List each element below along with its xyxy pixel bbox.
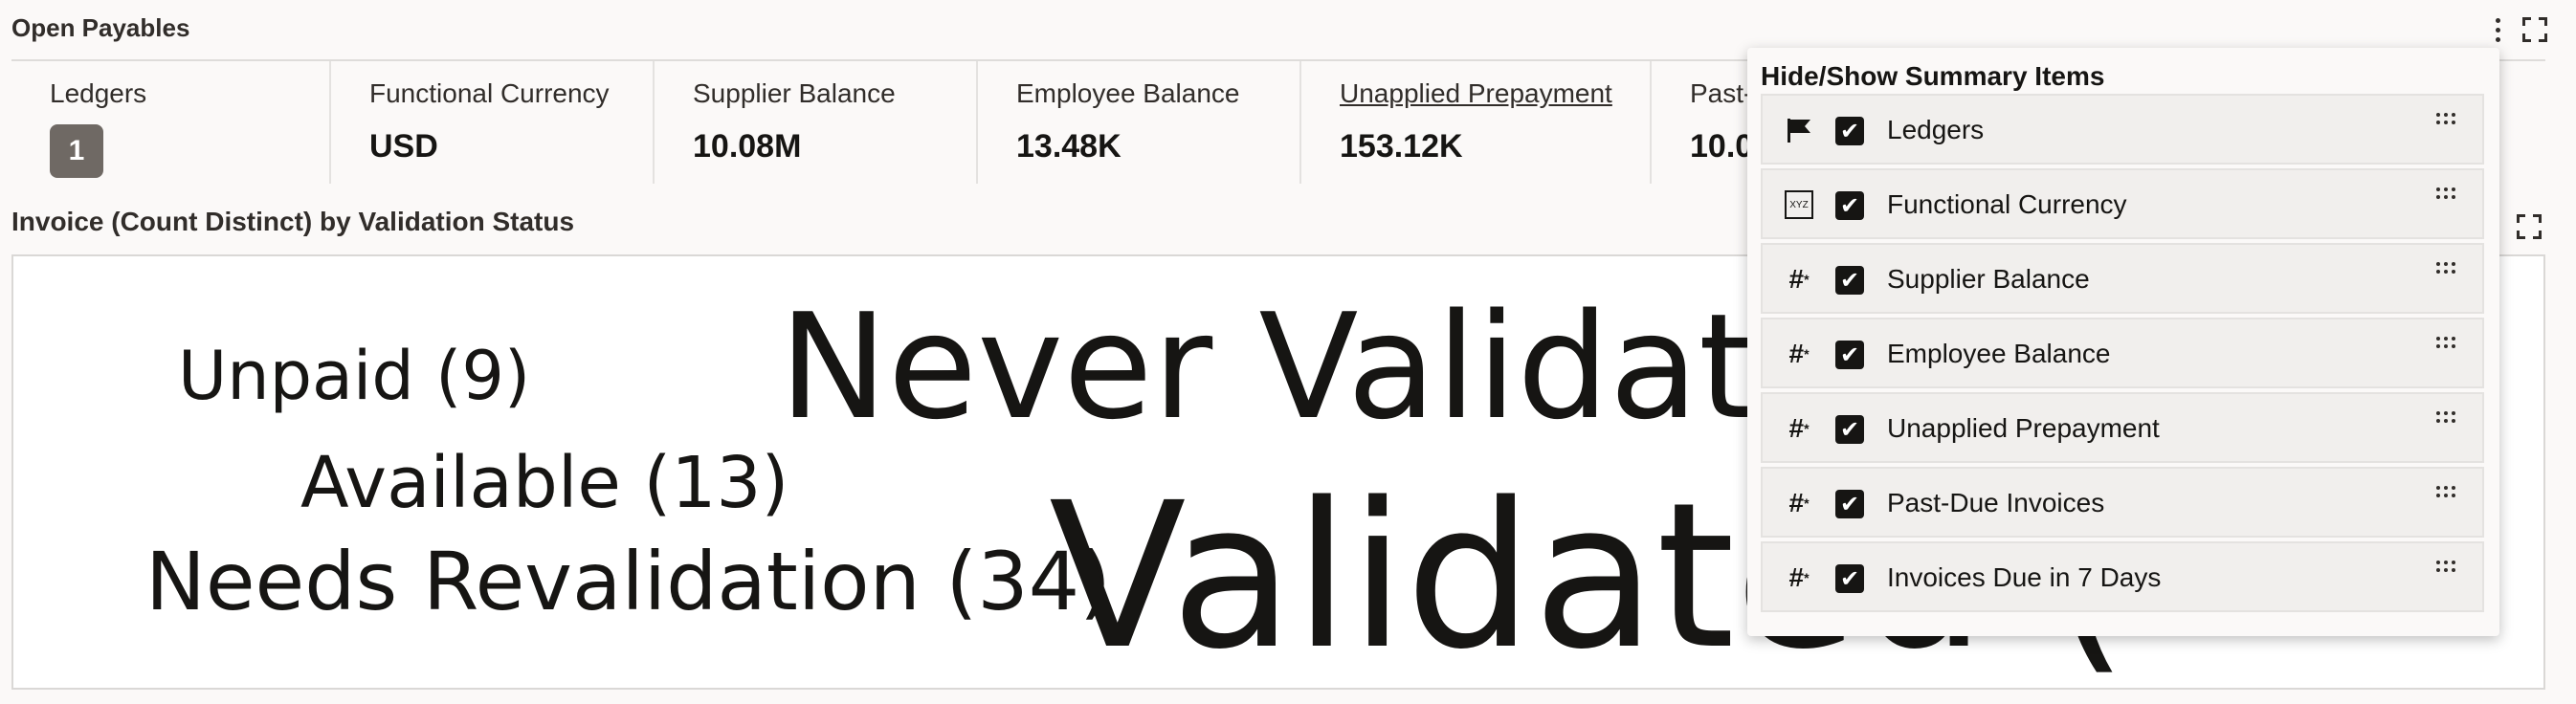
word-needs-revalidation[interactable]: Needs Revalidation (34) — [145, 541, 1111, 622]
drag-handle-icon[interactable] — [2436, 411, 2455, 423]
drag-handle-icon[interactable] — [2436, 113, 2455, 124]
number-icon: # * — [1788, 339, 1810, 368]
checkbox-checked[interactable]: ✔ — [1835, 415, 1864, 444]
ledger-count-badge[interactable]: 1 — [50, 124, 103, 178]
checkbox-checked[interactable]: ✔ — [1835, 341, 1864, 369]
number-icon: # * — [1788, 413, 1810, 443]
summary-tile-functional-currency[interactable]: Functional Currency USD — [331, 61, 655, 184]
tile-label: Functional Currency — [369, 78, 610, 108]
summary-item-past-due-invoices[interactable]: # * ✔ Past-Due Invoices — [1761, 467, 2484, 538]
item-label: Employee Balance — [1887, 339, 2111, 368]
item-label: Functional Currency — [1887, 189, 2127, 219]
summary-tile-ledgers[interactable]: Ledgers 1 — [11, 61, 331, 184]
page-title: Open Payables — [11, 13, 190, 42]
tile-label-link[interactable]: Unapplied Prepayment — [1340, 78, 1612, 109]
tile-value: 153.12K — [1340, 128, 1463, 165]
checkbox-checked[interactable]: ✔ — [1835, 564, 1864, 593]
header-actions — [2496, 17, 2547, 42]
tile-value: USD — [369, 128, 438, 165]
text-xyz-icon: XYZ — [1784, 189, 1814, 220]
number-icon: # * — [1788, 488, 1810, 517]
maximize-visual-icon[interactable] — [2517, 214, 2542, 239]
item-label: Ledgers — [1887, 115, 1985, 144]
item-label: Unapplied Prepayment — [1887, 413, 2160, 443]
summary-item-ledgers[interactable]: ✔ Ledgers — [1761, 94, 2484, 165]
item-label: Invoices Due in 7 Days — [1887, 562, 2162, 592]
number-icon: # * — [1788, 264, 1810, 294]
tile-label: Ledgers — [50, 78, 147, 108]
drag-handle-icon[interactable] — [2436, 561, 2455, 572]
summary-tile-employee-balance[interactable]: Employee Balance 13.48K — [978, 61, 1301, 184]
flag-icon — [1784, 115, 1814, 145]
word-available[interactable]: Available (13) — [300, 448, 788, 518]
drag-handle-icon[interactable] — [2436, 486, 2455, 497]
drag-handle-icon[interactable] — [2436, 337, 2455, 348]
summary-tile-supplier-balance[interactable]: Supplier Balance 10.08M — [655, 61, 978, 184]
summary-tile-unapplied-prepayment[interactable]: Unapplied Prepayment 153.12K — [1301, 61, 1652, 184]
tile-label: Employee Balance — [1016, 78, 1240, 108]
summary-item-invoices-due-7-days[interactable]: # * ✔ Invoices Due in 7 Days — [1761, 541, 2484, 612]
tile-label: Past- — [1690, 78, 1753, 108]
drag-handle-icon[interactable] — [2436, 187, 2455, 199]
tile-value: 10.08M — [693, 128, 802, 165]
checkbox-checked[interactable]: ✔ — [1835, 117, 1864, 145]
maximize-icon[interactable] — [2522, 17, 2547, 42]
panel-title: Hide/Show Summary Items — [1761, 61, 2105, 91]
visual-title: Invoice (Count Distinct) by Validation S… — [11, 207, 575, 236]
summary-item-supplier-balance[interactable]: # * ✔ Supplier Balance — [1761, 243, 2484, 314]
checkbox-checked[interactable]: ✔ — [1835, 490, 1864, 518]
checkbox-checked[interactable]: ✔ — [1835, 191, 1864, 220]
word-unpaid[interactable]: Unpaid (9) — [178, 342, 530, 409]
item-label: Supplier Balance — [1887, 264, 2090, 294]
more-actions-icon[interactable] — [2496, 17, 2501, 42]
tile-label: Supplier Balance — [693, 78, 896, 108]
summary-item-functional-currency[interactable]: XYZ ✔ Functional Currency — [1761, 168, 2484, 239]
summary-item-employee-balance[interactable]: # * ✔ Employee Balance — [1761, 318, 2484, 388]
hide-show-summary-panel: Hide/Show Summary Items ✔ Ledgers XYZ ✔ … — [1747, 48, 2499, 636]
summary-item-unapplied-prepayment[interactable]: # * ✔ Unapplied Prepayment — [1761, 392, 2484, 463]
tile-value: 13.48K — [1016, 128, 1121, 165]
number-icon: # * — [1788, 562, 1810, 592]
item-label: Past-Due Invoices — [1887, 488, 2105, 517]
tile-value: 10.0 — [1690, 128, 1754, 165]
checkbox-checked[interactable]: ✔ — [1835, 266, 1864, 295]
drag-handle-icon[interactable] — [2436, 262, 2455, 274]
